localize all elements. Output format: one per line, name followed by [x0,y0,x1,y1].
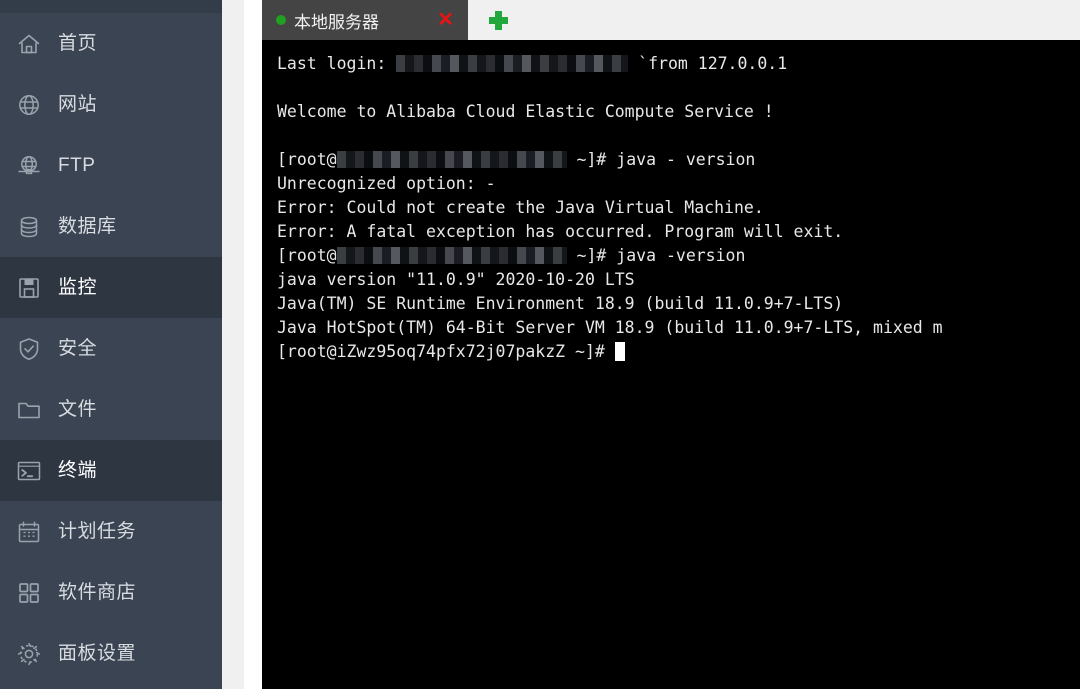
terminal-line-11: Java HotSpot(TM) 64-Bit Server VM 18.9 (… [277,318,943,337]
sidebar-item-label: 计划任务 [58,521,137,542]
terminal-line-7: Error: A fatal exception has occurred. P… [277,222,844,241]
sidebar-nav-list: 首页网站 FTP 数据库监控安全文件终端计划任务软件商店面板设置 [0,13,222,684]
calendar-icon [14,517,44,547]
terminal-tab-label: 本地服务器 [294,12,379,32]
terminal-line-prefix: Last login: [277,54,397,73]
terminal-tab-local-server[interactable]: 本地服务器 ✕ [262,0,468,40]
terminal-output[interactable]: Last login: `from 127.0.0.1 Welcome to A… [262,40,1080,689]
terminal-line-2: Welcome to Alibaba Cloud Elastic Compute… [277,102,774,121]
redacted-region [336,247,567,264]
sidebar-item-7[interactable]: 终端 [0,440,222,501]
terminal-line-4: [root@ ~]# java - version [277,148,1080,172]
terminal-line-8: [root@ ~]# java -version [277,244,1080,268]
sidebar-item-8[interactable]: 计划任务 [0,501,222,562]
globe-icon [14,90,44,120]
terminal-line-suffix: ~]# java - version [566,150,756,169]
sidebar-item-label: FTP [58,155,96,176]
terminal-line-prefix: [root@ [277,150,337,169]
sidebar-item-4[interactable]: 监控 [0,257,222,318]
sidebar-item-label: 面板设置 [58,643,137,664]
terminal-line-0: Last login: `from 127.0.0.1 [277,52,1080,76]
connection-status-dot [276,15,286,25]
sidebar-top-strip [0,0,222,13]
sidebar-item-label: 软件商店 [58,582,137,603]
sidebar-item-label: 安全 [58,338,98,359]
sidebar-item-label: 终端 [58,460,98,481]
folder-icon [14,395,44,425]
monitor-icon [14,273,44,303]
terminal-prompt: [root@iZwz95oq74pfx72j07pakzZ ~]# [277,342,615,361]
home-icon [14,29,44,59]
close-icon[interactable]: ✕ [431,10,468,30]
redacted-region [396,55,629,72]
sidebar-item-6[interactable]: 文件 [0,379,222,440]
database-icon [14,212,44,242]
terminal-icon [14,456,44,486]
sidebar: 首页网站 FTP 数据库监控安全文件终端计划任务软件商店面板设置 [0,0,222,689]
sidebar-item-9[interactable]: 软件商店 [0,562,222,623]
terminal-line-prefix: [root@ [277,246,337,265]
terminal-line-12: [root@iZwz95oq74pfx72j07pakzZ ~]# [277,340,1080,364]
sidebar-item-0[interactable]: 首页 [0,13,222,74]
terminal-tabbar: 本地服务器 ✕ [262,0,1080,40]
sidebar-item-3[interactable]: 数据库 [0,196,222,257]
add-tab-button[interactable] [468,0,528,40]
plus-icon [488,10,508,30]
grid-icon [14,578,44,608]
sidebar-item-label: 网站 [58,94,98,115]
sidebar-item-label: 文件 [58,399,98,420]
shield-icon [14,334,44,364]
sidebar-item-10[interactable]: 面板设置 [0,623,222,684]
sidebar-item-2[interactable]: FTP [0,135,222,196]
terminal-line-suffix: ~]# java -version [566,246,746,265]
redacted-region [336,151,567,168]
sidebar-item-label: 监控 [58,277,98,298]
sidebar-item-label: 数据库 [58,216,117,237]
sidebar-item-1[interactable]: 网站 [0,74,222,135]
panel-gap-white [244,0,262,689]
terminal-line-9: java version "11.0.9" 2020-10-20 LTS [277,270,635,289]
terminal-line-5: Unrecognized option: - [277,174,496,193]
panel-gap-gray [222,0,244,689]
terminal-line-1 [277,76,1080,100]
terminal-line-3 [277,124,1080,148]
terminal-line-6: Error: Could not create the Java Virtual… [277,198,764,217]
gear-icon [14,639,44,669]
sidebar-item-label: 首页 [58,33,98,54]
ftp-icon [14,151,44,181]
terminal-line-suffix: `from 127.0.0.1 [628,54,788,73]
terminal-cursor [614,342,625,361]
terminal-panel: 本地服务器 ✕ Last login: `from 127.0.0.1 Welc… [262,0,1080,689]
sidebar-item-5[interactable]: 安全 [0,318,222,379]
terminal-line-10: Java(TM) SE Runtime Environment 18.9 (bu… [277,294,844,313]
